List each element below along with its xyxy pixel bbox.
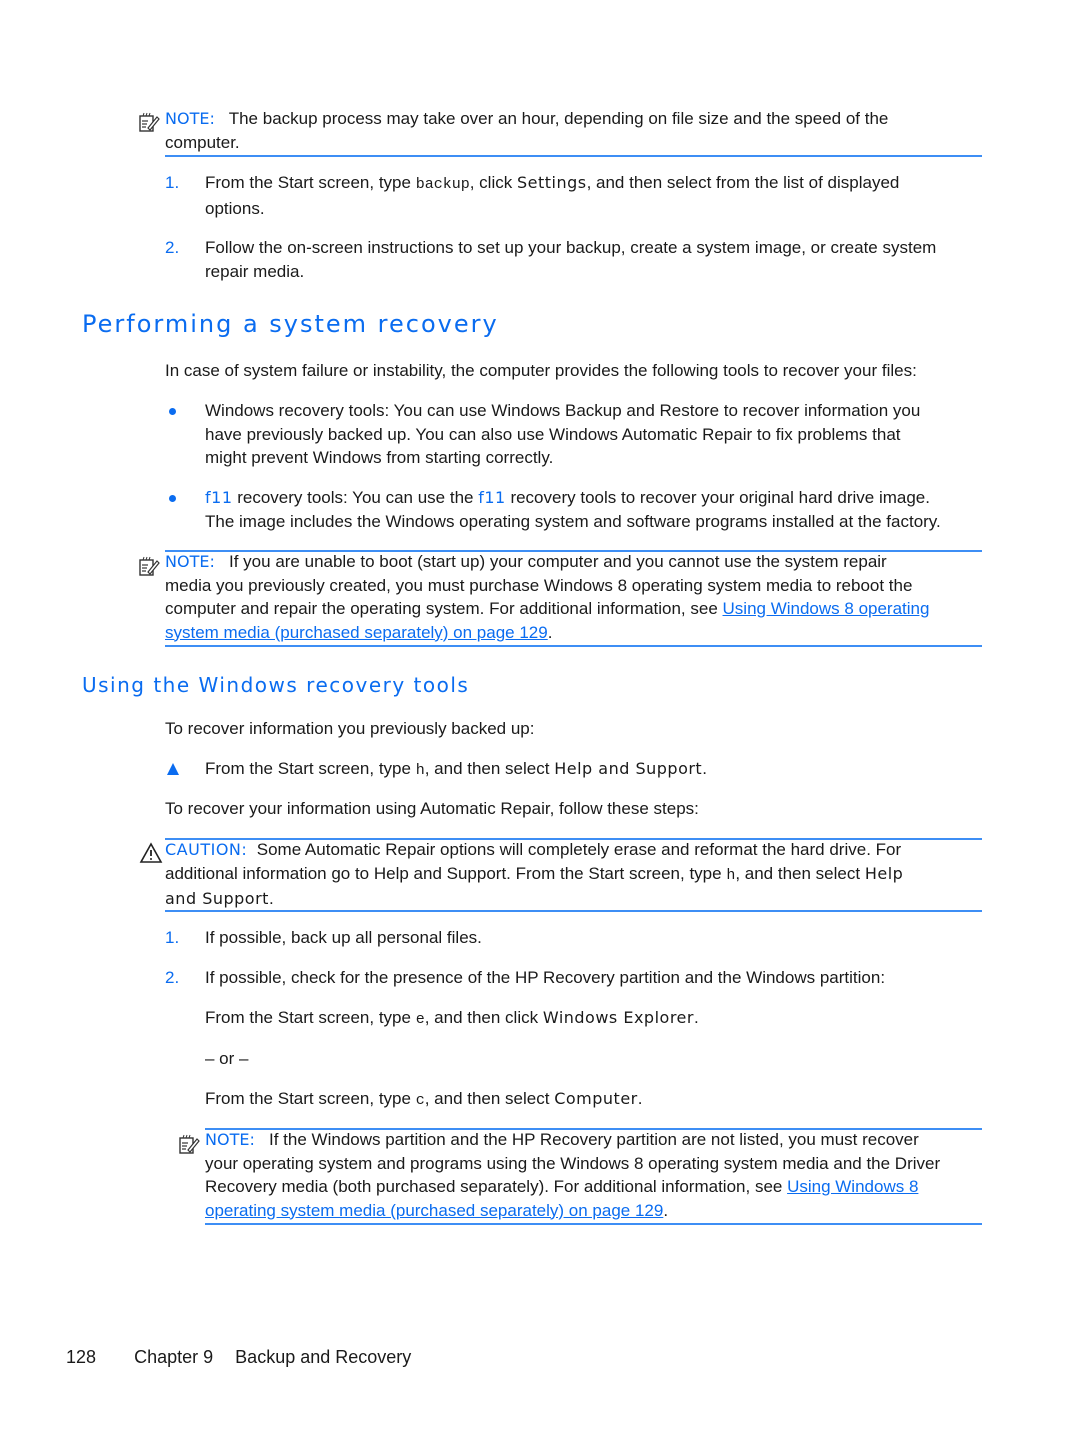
note-label: NOTE: [205,1130,255,1149]
note-text: . [663,1200,669,1220]
caution-divider [165,910,982,912]
note-divider [165,155,982,157]
step-text: , and then select [424,1089,555,1108]
step-text: From the Start screen, type [205,759,416,778]
caution-automatic-repair: CAUTION: Some Automatic Repair options w… [165,838,985,911]
step-text: Follow the on-screen instructions to set… [205,238,937,257]
key-f11: f11 [478,488,506,507]
note-divider [165,645,982,647]
note-icon [179,1134,200,1154]
section-intro: In case of system failure or instability… [165,361,917,380]
note-text-cont: computer. [165,132,240,152]
caution-text: additional information go to Help and Su… [165,863,727,883]
note-text: The backup process may take over an hour… [228,109,889,128]
triangle-step-icon [167,763,179,775]
caution-label: CAUTION: [165,840,248,859]
substep-computer: From the Start screen, type c, and then … [205,1087,985,1113]
chapter-label: Chapter 9 [134,1347,214,1367]
step-text: From the Start screen, type [205,1008,416,1027]
note-text: your operating system and programs using… [205,1153,941,1173]
note-text: If you are unable to boot (start up) you… [229,552,887,571]
code-c: c [415,1092,425,1109]
note-partitions-not-listed: NOTE: If the Windows partition and the H… [205,1128,990,1222]
bullet-windows-recovery-tools: Windows recovery tools: You can use Wind… [205,399,985,470]
step-text: , and then select from the list of displ… [586,173,900,192]
bullet-text: Windows recovery tools: You can use Wind… [205,401,921,420]
page-number: 128 [66,1347,97,1367]
code-h: h [415,762,425,779]
step-text: , and then click [424,1008,543,1027]
bullet-text: have previously backed up. You can also … [205,424,901,444]
note-icon [139,112,160,132]
step-number: 1. [165,173,180,192]
footer: 128 Chapter 9 Backup and Recovery [66,1346,411,1370]
or-separator: – or – [205,1049,249,1068]
note-text: . [547,622,553,642]
ui-help-and-support: Help and Support [554,759,703,778]
note-text: computer and repair the operating system… [165,599,723,618]
step-number: 1. [165,928,180,947]
caution-text: Some Automatic Repair options will compl… [256,840,902,859]
note-icon [139,556,160,576]
step-2: 2. Follow the on-screen instructions to … [165,236,985,281]
note-label: NOTE: [165,109,215,128]
ui-windows-explorer: Windows Explorer [542,1008,694,1027]
ui-settings: Settings [516,173,587,192]
step-help-and-support: From the Start screen, type h, and then … [205,757,985,783]
step-text: . [702,759,707,778]
note-text: media you previously created, you must p… [165,575,913,595]
note-text: If the Windows partition and the HP Reco… [269,1130,919,1149]
bullet-text: recovery tools: You can use the [232,488,479,507]
note-backup-duration: NOTE: The backup process may take over a… [165,107,985,154]
caution-text: . [268,889,274,908]
section-intro: To recover information you previously ba… [165,719,535,738]
code-h: h [726,866,736,884]
ui-computer: Computer [554,1089,638,1108]
note-text: Recovery media (both purchased separatel… [205,1177,788,1196]
note-divider [205,1223,982,1225]
step-number: 2. [165,238,180,257]
step-text: options. [205,198,265,218]
step-text: If possible, back up all personal files. [205,928,482,947]
note-label: NOTE: [165,552,215,571]
note-boot-failure: NOTE: If you are unable to boot (start u… [165,550,985,644]
bullet-text: might prevent Windows from starting corr… [205,448,554,467]
bullet-text: The image includes the Windows operating… [205,511,941,531]
caution-icon [139,842,163,863]
step-text: , and then select [424,759,555,778]
step-1: 1. From the Start screen, type backup, c… [165,171,985,218]
caution-text: , and then select [735,863,865,883]
section-heading-windows-recovery-tools: Using the Windows recovery tools [82,673,470,697]
section-heading-performing-recovery: Performing a system recovery [82,310,499,338]
step-text: , click [469,173,517,192]
chapter-title: Backup and Recovery [235,1347,412,1367]
bullet-f11-recovery-tools: f11 recovery tools: You can use the f11 … [205,486,995,533]
bullet-icon [169,495,176,502]
bullet-icon [169,408,176,415]
step-text: From the Start screen, type [205,1089,416,1108]
step-text: From the Start screen, type [205,173,416,192]
ui-and-support: and Support [165,889,269,908]
substep-windows-explorer: From the Start screen, type e, and then … [205,1006,985,1032]
step-text: . [637,1089,643,1108]
step-number: 2. [165,968,180,987]
code-backup: backup [415,176,470,193]
section-intro-automatic-repair: To recover your information using Automa… [165,799,699,818]
bullet-text: recovery tools to recover your original … [505,488,930,507]
step-text: repair media. [205,261,305,281]
code-e: e [415,1011,425,1028]
step-2: 2. If possible, check for the presence o… [165,966,985,990]
step-text: . [693,1008,699,1027]
ui-help: Help [864,863,904,883]
key-f11: f11 [205,488,233,507]
step-text: If possible, check for the presence of t… [205,968,886,987]
step-1: 1. If possible, back up all personal fil… [165,926,985,950]
